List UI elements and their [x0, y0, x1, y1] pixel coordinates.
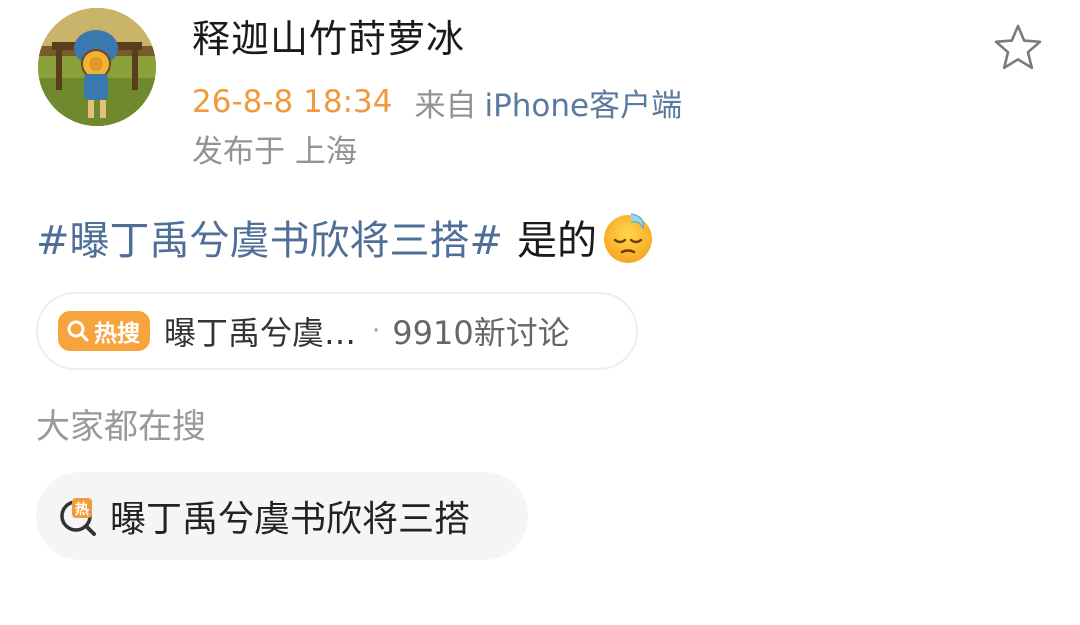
hot-search-badge: 热搜 [58, 311, 150, 351]
post-location: 发布于 上海 [192, 134, 357, 170]
favorite-button[interactable] [990, 20, 1046, 76]
everyone-search-chip[interactable]: 热 曝丁禹兮虞书欣将三搭 [36, 472, 528, 560]
hot-search-title: 曝丁禹兮虞… [164, 314, 357, 352]
hot-search-icon: 热 [58, 494, 98, 538]
post-meta: 26-8-8 18:34 来自 iPhone客户端 [192, 80, 682, 124]
hashtag-link[interactable]: #曝丁禹兮虞书欣将三搭# [36, 208, 503, 266]
author-name[interactable]: 释迦山竹莳萝冰 [192, 14, 465, 64]
sweat-smile-emoji-icon [601, 210, 655, 264]
hot-search-badge-label: 热搜 [94, 321, 140, 347]
author-avatar[interactable] [38, 8, 156, 126]
cartoon-girl-avatar-icon [38, 8, 156, 126]
everyone-search-text: 曝丁禹兮虞书欣将三搭 [110, 499, 471, 540]
svg-text:热: 热 [75, 501, 89, 518]
weibo-post-screen: 释迦山竹莳萝冰 26-8-8 18:34 来自 iPhone客户端 发布于 上海… [0, 0, 1080, 625]
source-prefix: 来自 [414, 87, 477, 124]
star-outline-icon [994, 24, 1042, 70]
everyone-search-label: 大家都在搜 [36, 407, 206, 447]
source-client-link[interactable]: iPhone客户端 [484, 80, 682, 125]
separator-dot: · [372, 316, 381, 346]
post-timestamp: 26-8-8 18:34 [192, 84, 393, 120]
search-icon [67, 320, 89, 342]
discussion-count: 9910新讨论 [392, 314, 570, 352]
post-text: 是的 [517, 218, 598, 264]
hot-search-card[interactable]: 热搜 曝丁禹兮虞… · 9910新讨论 [36, 292, 638, 370]
post-content: #曝丁禹兮虞书欣将三搭# 是的 [36, 208, 655, 266]
